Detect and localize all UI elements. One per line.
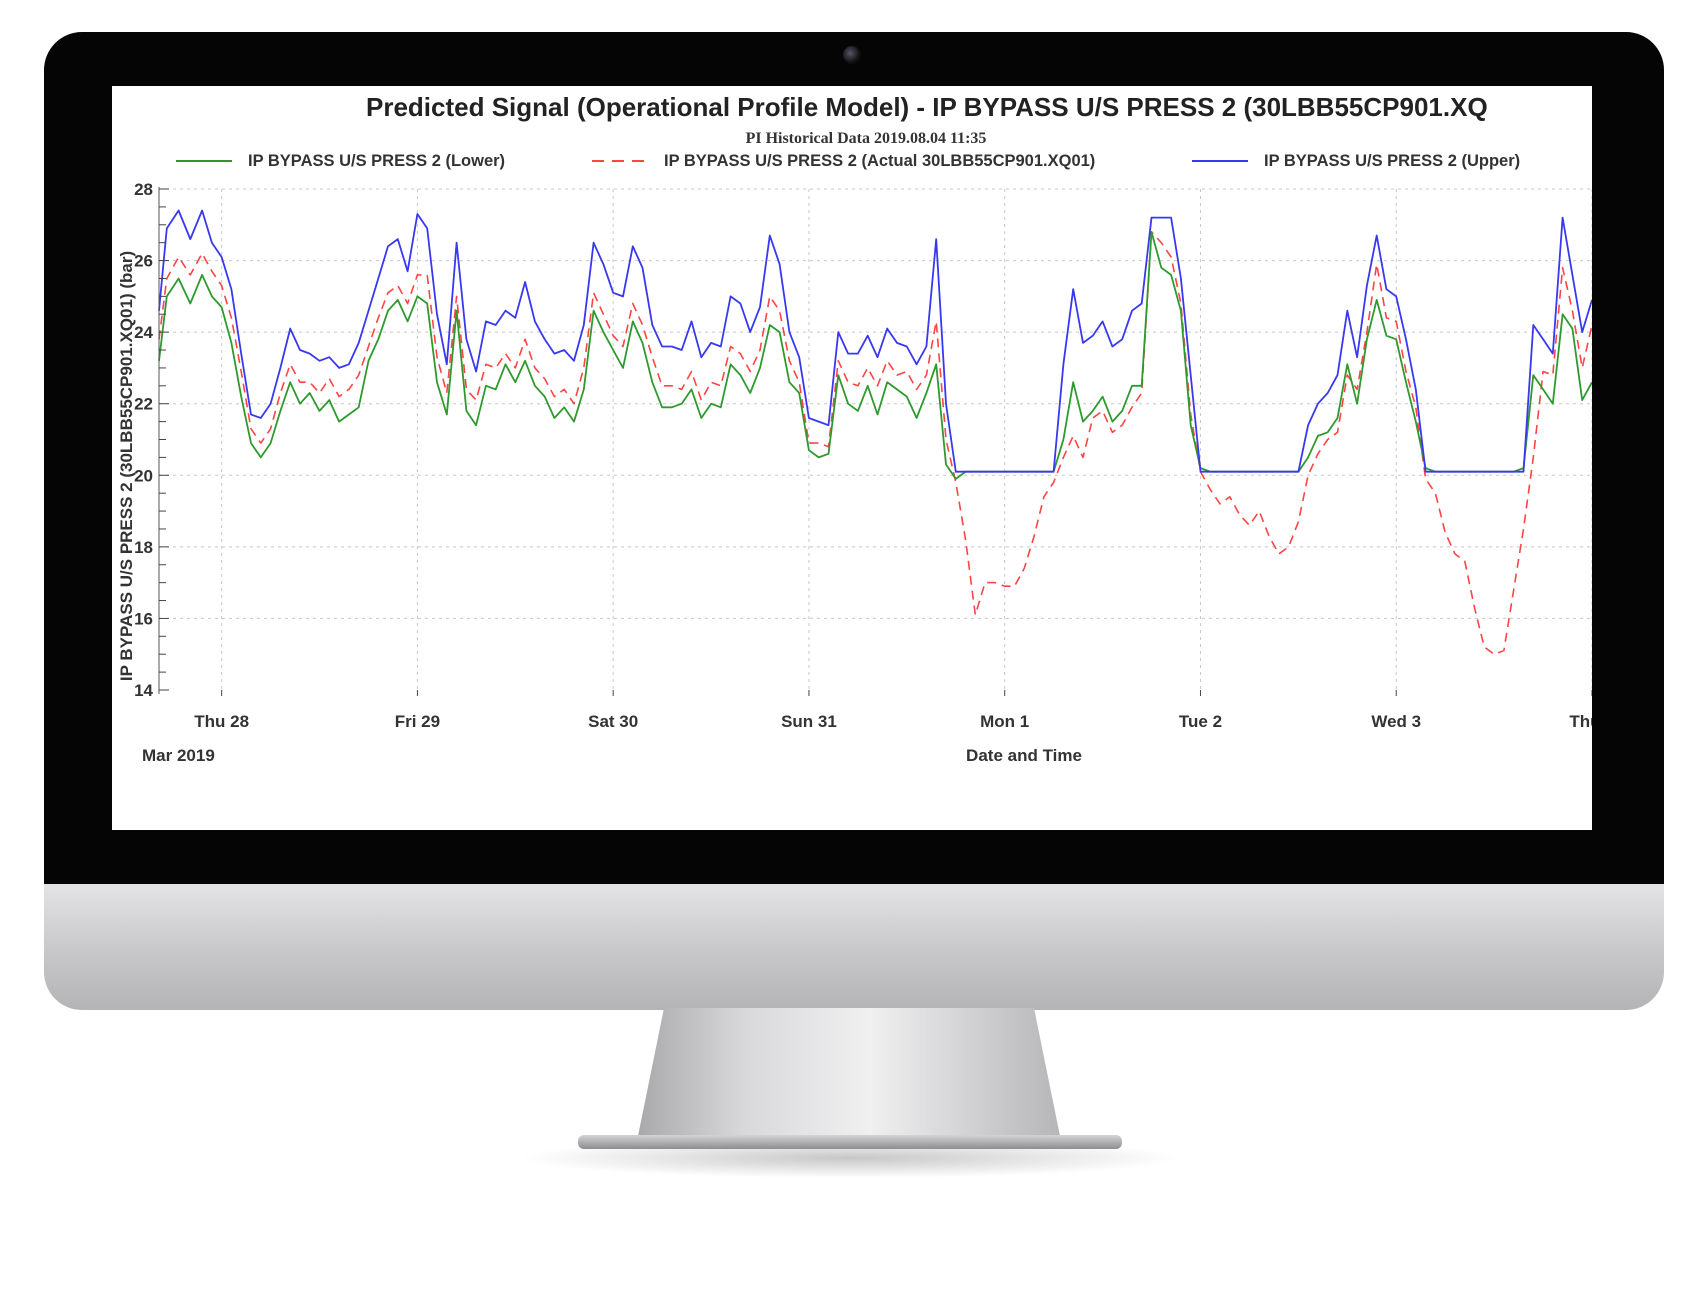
x-axis-label: Date and Time — [966, 746, 1082, 765]
x-tick-label: Sat 30 — [588, 712, 638, 731]
y-tick-label: 20 — [134, 466, 153, 485]
webcam-icon — [843, 46, 861, 64]
plot-grid — [159, 188, 1592, 690]
series-line-2 — [158, 209, 1592, 473]
y-axis-label: IP BYPASS U/S PRESS 2 (30LBB55CP901.XQ01… — [117, 251, 136, 681]
chart: Predicted Signal (Operational Profile Mo… — [117, 92, 1592, 765]
chart-subtitle: PI Historical Data 2019.08.04 11:35 — [746, 130, 987, 147]
chart-title: Predicted Signal (Operational Profile Mo… — [366, 92, 1488, 122]
legend-label-0: IP BYPASS U/S PRESS 2 (Lower) — [248, 152, 505, 170]
monitor-stand — [520, 1008, 1180, 1178]
y-tick-label: 24 — [134, 323, 153, 342]
y-tick-label: 16 — [134, 609, 153, 628]
monitor-chin — [44, 884, 1664, 1010]
x-tick-label: Fri 29 — [395, 712, 440, 731]
x-axis: Thu 28 Fri 29 Sat 30 Sun 31 Mon 1 Tue 2 Wed 3 T… — [194, 690, 1592, 731]
x-axis-year: Mar 2019 — [142, 746, 215, 765]
x-tick-label: Sun 31 — [781, 712, 837, 731]
y-tick-label: 28 — [134, 180, 153, 199]
legend-label-1: IP BYPASS U/S PRESS 2 (Actual 30LBB55CP9… — [664, 152, 1095, 170]
x-tick-label: Thu 28 — [194, 712, 249, 731]
x-tick-label: Tue 2 — [1179, 712, 1222, 731]
x-tick-label: Mon 1 — [980, 712, 1029, 731]
legend-label-2: IP BYPASS U/S PRESS 2 (Upper) — [1264, 152, 1520, 170]
y-tick-label: 18 — [134, 538, 153, 557]
y-tick-label: 26 — [134, 252, 153, 271]
series-layer — [158, 209, 1592, 655]
legend: IP BYPASS U/S PRESS 2 (Lower) IP BYPASS U… — [176, 152, 1520, 170]
x-tick-label: Thu 4 — [1569, 712, 1592, 731]
x-tick-label: Wed 3 — [1371, 712, 1421, 731]
y-tick-label: 14 — [134, 681, 153, 700]
y-tick-label: 22 — [134, 395, 153, 414]
chart-screen: Predicted Signal (Operational Profile Mo… — [112, 86, 1592, 830]
